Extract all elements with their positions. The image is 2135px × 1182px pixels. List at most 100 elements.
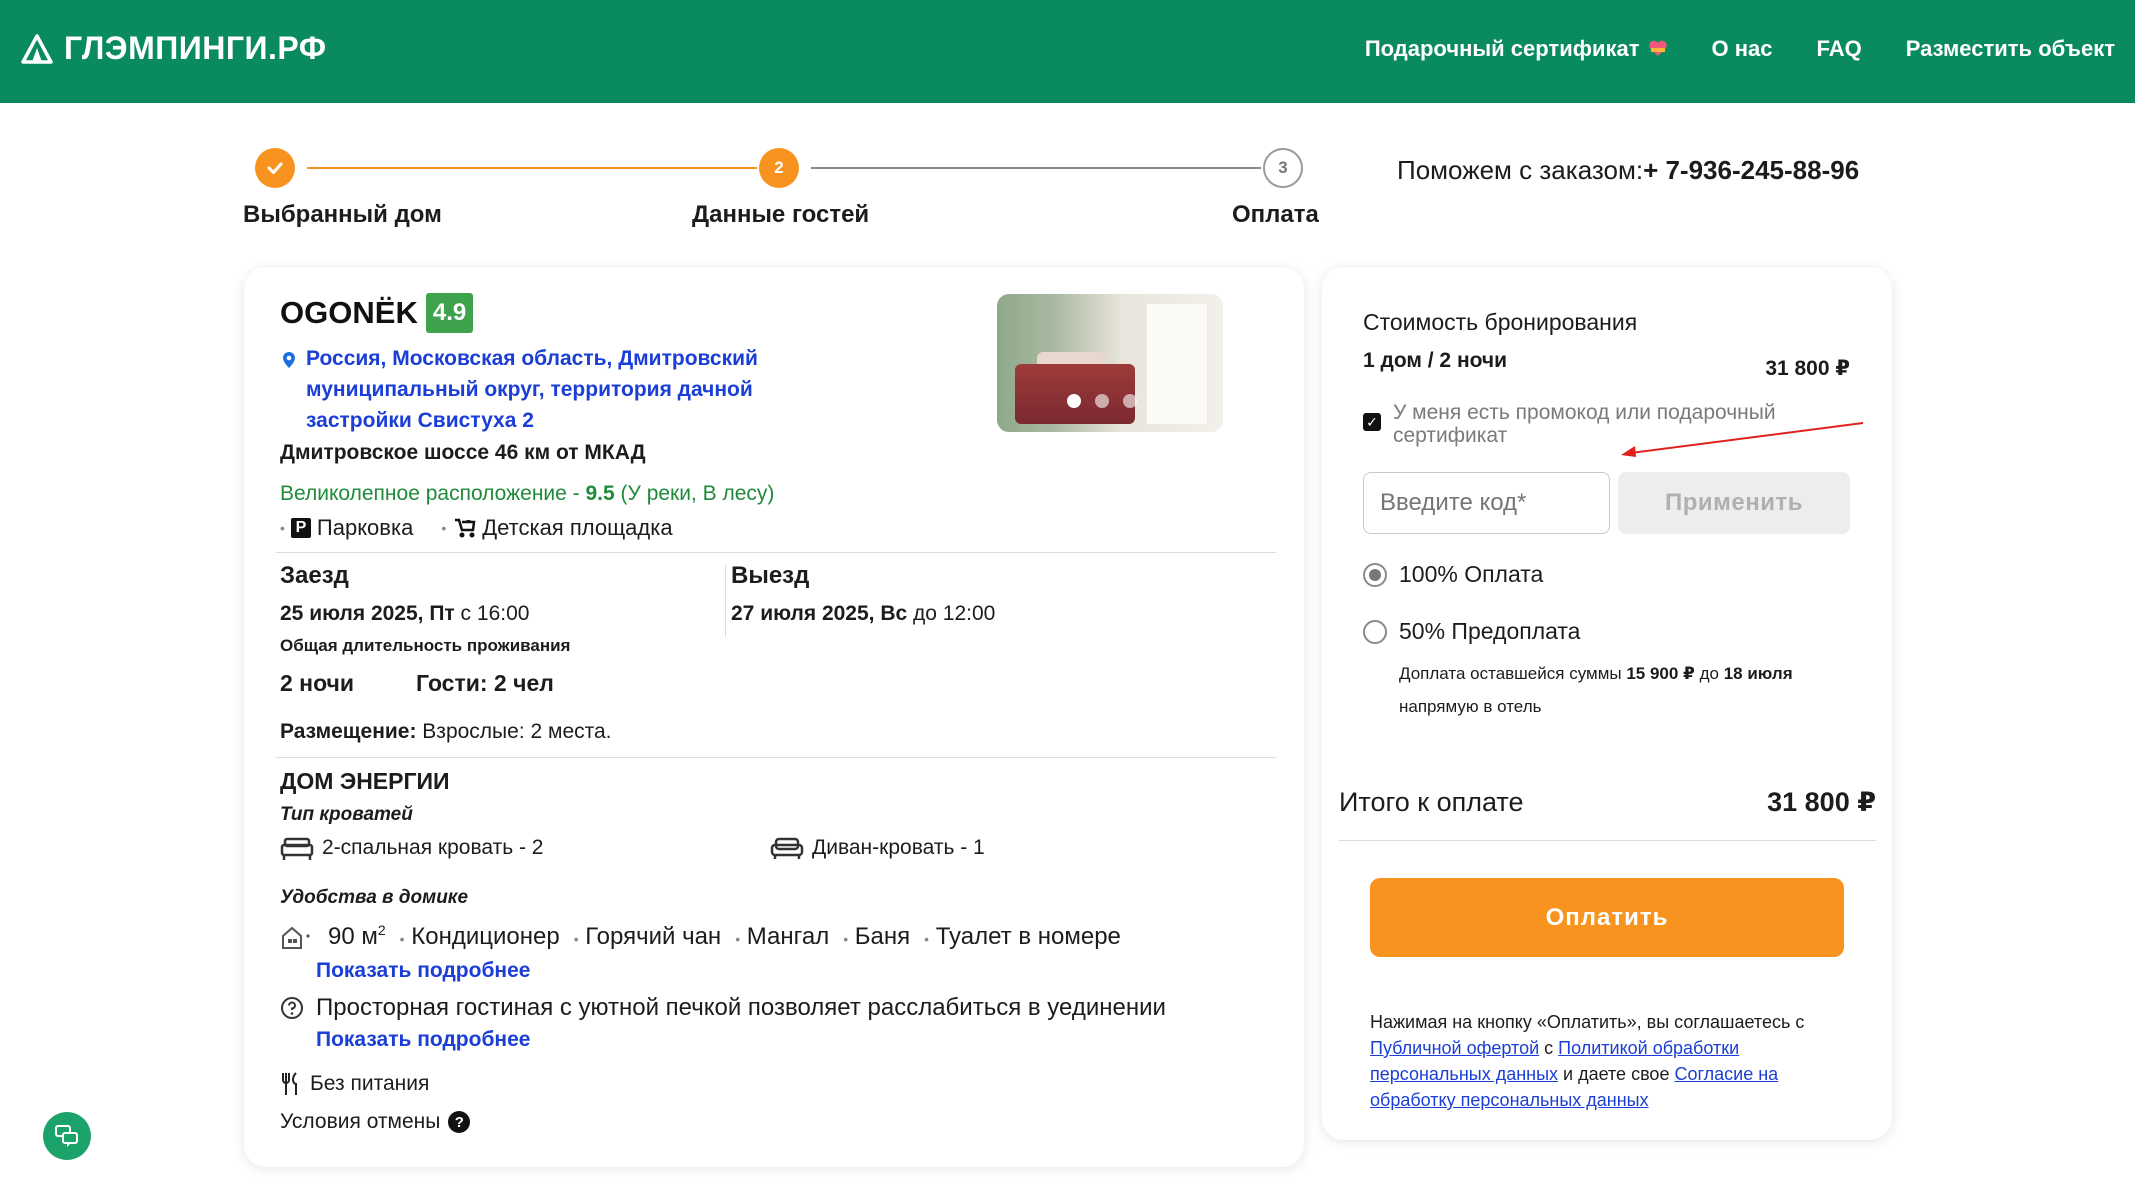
fork-knife-icon <box>282 1072 297 1095</box>
total-label: Итого к оплате <box>1339 787 1524 817</box>
bed-list: 2-спальная кровать - 2 Диван-кровать - 1 <box>280 835 985 861</box>
checkout-block: Выезд 27 июля 2025, Вс до 12:00 <box>731 562 995 626</box>
public-offer-link[interactable]: Публичной офертой <box>1370 1038 1539 1058</box>
hotel-address[interactable]: Россия, Московская область, Дмитровский … <box>280 343 800 436</box>
hotel-name: OGONЁK <box>280 295 418 330</box>
info-circle-icon <box>281 997 303 1019</box>
road-distance: Дмитровское шоссе 46 км от МКАД <box>280 441 646 464</box>
logo[interactable]: ГЛЭМПИНГИ.РФ <box>20 30 327 67</box>
legal-consent-text: Нажимая на кнопку «Оплатить», вы соглаша… <box>1370 1012 1805 1110</box>
total-row: Итого к оплате 31 800 ₽ <box>1339 787 1876 818</box>
feature-item: • Баня <box>843 922 911 950</box>
nav-gift-certificate[interactable]: Подарочный сертификат <box>1365 36 1668 62</box>
bed-label: 2-спальная кровать - 2 <box>322 836 544 859</box>
feature-item: • Мангал <box>735 922 830 950</box>
chat-widget-button[interactable] <box>43 1112 91 1160</box>
help-text: Поможем с заказом: <box>1397 155 1644 185</box>
step-2-circle: 2 <box>759 148 799 188</box>
step-number: 3 <box>1278 158 1288 177</box>
meal-text: Без питания <box>310 1072 430 1095</box>
amenity-playground: • Детская площадка <box>441 515 672 541</box>
amenity-parking: • P Парковка <box>280 515 413 541</box>
feature-item: • Туалет в номере <box>924 922 1121 950</box>
checkin-date: 25 июля 2025, Пт с 16:00 <box>280 602 530 625</box>
feature-item: • Кондиционер <box>399 922 560 950</box>
tent-icon <box>21 33 53 64</box>
guests-count: Гости: 2 чел <box>416 670 554 696</box>
booking-stepper: 2 3 Выбранный дом Данные гостей Оплата <box>243 148 1319 229</box>
promo-checkbox[interactable]: ✓ <box>1363 413 1381 431</box>
nav-list-property[interactable]: Разместить объект <box>1906 36 2115 62</box>
sofa-icon <box>770 837 804 859</box>
bed-item-sofa: Диван-кровать - 1 <box>770 835 985 861</box>
meal-plan: Без питания <box>280 1071 429 1097</box>
booking-summary-card: Стоимость бронирования 1 дом / 2 ночи 31… <box>1322 267 1892 1140</box>
radio-unselected[interactable] <box>1363 619 1387 644</box>
radio-selected[interactable] <box>1363 562 1387 587</box>
show-more-facilities-link[interactable]: Показать подробнее <box>316 959 530 983</box>
nav-label: Подарочный сертификат <box>1364 36 1640 61</box>
radio-label: 100% Оплата <box>1399 561 1544 587</box>
hotel-photo-carousel[interactable] <box>997 294 1223 432</box>
remaining-payment-note: Доплата оставшейся суммы 15 900 ₽ до 18 … <box>1399 664 1793 716</box>
bed-types-label: Тип кроватей <box>280 804 413 825</box>
carousel-dots[interactable] <box>1067 394 1137 408</box>
location-prefix: Великолепное расположение - <box>280 482 586 505</box>
amenity-label: Парковка <box>316 515 414 540</box>
hotel-amenities: • P Парковка • Детская площадка <box>280 515 673 541</box>
area-value: 90 м2 <box>328 922 386 950</box>
feature-item: • Горячий чан <box>573 922 722 950</box>
question-icon[interactable]: ? <box>448 1111 471 1133</box>
main-nav: Подарочный сертификат О нас FAQ Размести… <box>1365 36 2115 62</box>
show-more-description-link[interactable]: Показать подробнее <box>316 1028 530 1052</box>
house-area-icon <box>282 926 310 949</box>
checkout-date: 27 июля 2025, Вс до 12:00 <box>731 602 996 625</box>
hotel-title: OGONЁK 4.9 <box>280 293 474 333</box>
location-rating: Великолепное расположение - 9.5 (У реки,… <box>280 482 774 506</box>
nav-about[interactable]: О нас <box>1712 36 1773 62</box>
apply-promo-button[interactable]: Применить <box>1618 472 1850 534</box>
help-line: Поможем с заказом:+ 7-936-245-88-96 <box>1397 155 1859 186</box>
chat-icon <box>55 1125 78 1147</box>
duration-values: 2 ночи Гости: 2 чел <box>280 670 554 697</box>
placement: Размещение: Взрослые: 2 места. <box>280 720 612 744</box>
gift-icon <box>1648 40 1667 56</box>
cancellation-terms[interactable]: Условия отмены ? <box>280 1110 471 1134</box>
help-phone[interactable]: + 7-936-245-88-96 <box>1643 155 1859 185</box>
checkin-label: Заезд <box>280 562 349 589</box>
step-3-circle: 3 <box>1263 148 1303 188</box>
divider <box>276 757 1276 758</box>
payment-option-full[interactable]: 100% Оплата <box>1363 561 1543 588</box>
step-connector-done <box>307 167 757 169</box>
divider <box>276 552 1276 553</box>
promo-code-input[interactable] <box>1363 472 1610 534</box>
address-text: Россия, Московская область, Дмитровский … <box>306 347 758 432</box>
radio-label: 50% Предоплата <box>1399 618 1581 644</box>
booking-price: 31 800 ₽ <box>1765 357 1850 380</box>
duration-label: Общая длительность проживания <box>280 636 571 655</box>
step-1-label[interactable]: Выбранный дом <box>243 201 442 229</box>
facilities-label: Удобства в домике <box>280 887 469 908</box>
bullet: • <box>280 520 285 536</box>
site-header: ГЛЭМПИНГИ.РФ Подарочный сертификат О нас… <box>0 0 2135 103</box>
step-number: 2 <box>774 158 784 177</box>
placement-label: Размещение: <box>280 720 417 743</box>
pay-button[interactable]: Оплатить <box>1370 878 1844 957</box>
map-pin-icon <box>283 352 295 368</box>
check-icon <box>267 162 283 174</box>
step-2-label: Данные гостей <box>692 201 870 228</box>
placement-value: Взрослые: 2 места. <box>416 720 612 743</box>
room-name: ДОМ ЭНЕРГИИ <box>280 768 450 794</box>
payment-option-prepay[interactable]: 50% Предоплата <box>1363 618 1580 645</box>
nav-faq[interactable]: FAQ <box>1817 36 1862 62</box>
step-connector-todo <box>811 167 1261 169</box>
booking-summary: 1 дом / 2 ночи <box>1363 349 1508 372</box>
step-1-done-circle <box>255 148 295 188</box>
hotel-card: OGONЁK 4.9 Россия, Московская область, Д… <box>244 267 1304 1167</box>
facilities-list: 90 м2 • Кондиционер • Горячий чан • Манг… <box>280 922 1121 951</box>
bullet: • <box>441 520 447 536</box>
annotation-arrow <box>1621 422 1864 457</box>
amenity-label: Детская площадка <box>482 515 673 540</box>
parking-icon: P <box>290 518 311 538</box>
cancel-text: Условия отмены <box>280 1110 441 1133</box>
